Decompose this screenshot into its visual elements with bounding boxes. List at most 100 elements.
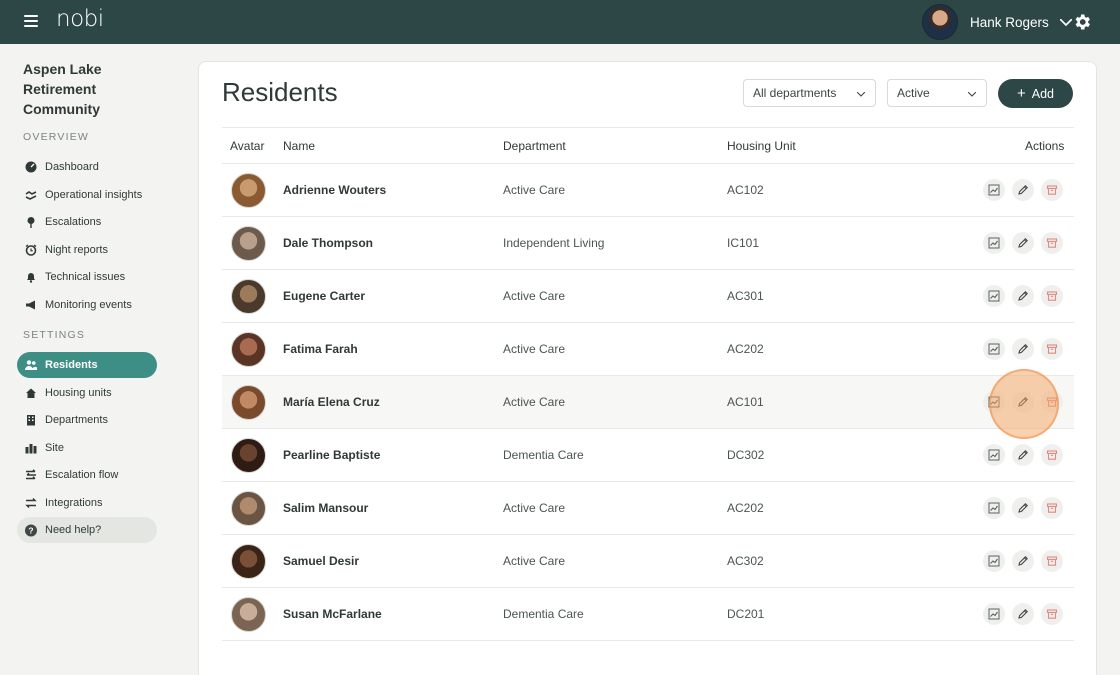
- table-row[interactable]: María Elena Cruz Active Care AC101: [222, 376, 1074, 429]
- table-row[interactable]: Susan McFarlane Dementia Care DC201: [222, 588, 1074, 641]
- resident-name[interactable]: Pearline Baptiste: [283, 448, 380, 462]
- resident-name[interactable]: Susan McFarlane: [283, 607, 382, 621]
- resident-housing-unit: AC302: [727, 554, 764, 568]
- edit-button[interactable]: [1012, 285, 1034, 307]
- column-header-actions: Actions: [1025, 139, 1065, 153]
- top-bar: nobi Hank Rogers: [0, 0, 1120, 44]
- section-overview: OVERVIEW: [23, 131, 90, 143]
- archive-icon: [1046, 343, 1058, 355]
- sidebar-item-label: Site: [45, 442, 64, 454]
- sidebar-item-label: Operational insights: [45, 189, 143, 201]
- user-name: Hank Rogers: [970, 14, 1049, 30]
- table-row[interactable]: Samuel Desir Active Care AC302: [222, 535, 1074, 588]
- sidebar-item-escalation-flow[interactable]: Escalation flow: [17, 462, 157, 488]
- sidebar-item-label: Dashboard: [45, 161, 99, 173]
- edit-button[interactable]: [1012, 497, 1034, 519]
- archive-icon: [1046, 290, 1058, 302]
- department-filter[interactable]: All departments: [743, 79, 876, 107]
- table-row[interactable]: Salim Mansour Active Care AC202: [222, 482, 1074, 535]
- edit-button[interactable]: [1012, 444, 1034, 466]
- insights-button[interactable]: [983, 550, 1005, 572]
- resident-department: Active Care: [503, 183, 566, 197]
- sidebar-item-departments[interactable]: Departments: [17, 407, 157, 433]
- table-row[interactable]: Pearline Baptiste Dementia Care DC302: [222, 429, 1074, 482]
- insights-button[interactable]: [983, 603, 1005, 625]
- insights-button[interactable]: [983, 338, 1005, 360]
- archive-button[interactable]: [1041, 391, 1063, 413]
- resident-name[interactable]: Salim Mansour: [283, 501, 368, 515]
- add-button-label: Add: [1031, 86, 1054, 101]
- archive-button[interactable]: [1041, 338, 1063, 360]
- table-row[interactable]: Dale Thompson Independent Living IC101: [222, 217, 1074, 270]
- archive-button[interactable]: [1041, 497, 1063, 519]
- gear-icon[interactable]: [1072, 12, 1092, 32]
- sidebar-item-label: Monitoring events: [45, 299, 132, 311]
- archive-button[interactable]: [1041, 232, 1063, 254]
- insights-button[interactable]: [983, 391, 1005, 413]
- add-resident-button[interactable]: + Add: [998, 79, 1073, 108]
- column-header-avatar: Avatar: [230, 139, 265, 153]
- insights-button[interactable]: [983, 179, 1005, 201]
- building-icon: [25, 414, 37, 426]
- status-filter[interactable]: Active: [887, 79, 987, 107]
- sidebar-item-residents[interactable]: Residents: [17, 352, 157, 378]
- app-logo[interactable]: nobi: [56, 6, 104, 32]
- user-menu[interactable]: Hank Rogers: [922, 4, 1075, 40]
- need-help-button[interactable]: ? Need help?: [17, 517, 157, 543]
- edit-button[interactable]: [1012, 232, 1034, 254]
- resident-name[interactable]: Dale Thompson: [283, 236, 373, 250]
- residents-panel: Residents All departments Active + Add A…: [198, 61, 1097, 675]
- resident-department: Independent Living: [503, 236, 605, 250]
- avatar: [231, 332, 266, 367]
- resident-name[interactable]: María Elena Cruz: [283, 395, 380, 409]
- sidebar-item-monitoring-events[interactable]: Monitoring events: [17, 292, 157, 318]
- archive-button[interactable]: [1041, 603, 1063, 625]
- pencil-icon: [1017, 502, 1029, 514]
- community-name: Aspen Lake Retirement Community: [23, 61, 102, 117]
- resident-housing-unit: DC302: [727, 448, 765, 462]
- resident-name[interactable]: Samuel Desir: [283, 554, 359, 568]
- avatar: [231, 279, 266, 314]
- sidebar-item-escalations[interactable]: Escalations: [17, 209, 157, 235]
- archive-button[interactable]: [1041, 444, 1063, 466]
- archive-button[interactable]: [1041, 179, 1063, 201]
- sidebar-item-night-reports[interactable]: Night reports: [17, 237, 157, 263]
- resident-department: Dementia Care: [503, 448, 584, 462]
- edit-button[interactable]: [1012, 338, 1034, 360]
- table-row[interactable]: Eugene Carter Active Care AC301: [222, 270, 1074, 323]
- insights-button[interactable]: [983, 497, 1005, 519]
- bell-icon: [25, 271, 37, 283]
- sidebar-item-operational-insights[interactable]: Operational insights: [17, 182, 157, 208]
- insights-button[interactable]: [983, 444, 1005, 466]
- resident-name[interactable]: Fatima Farah: [283, 342, 358, 356]
- insights-button[interactable]: [983, 232, 1005, 254]
- table-row[interactable]: Adrienne Wouters Active Care AC102: [222, 164, 1074, 217]
- column-header-name[interactable]: Name: [283, 139, 315, 153]
- sidebar-item-site[interactable]: Site: [17, 435, 157, 461]
- people-icon: [25, 359, 37, 371]
- edit-button[interactable]: [1012, 550, 1034, 572]
- sidebar-item-technical-issues[interactable]: Technical issues: [17, 264, 157, 290]
- resident-name[interactable]: Eugene Carter: [283, 289, 365, 303]
- chart-icon: [988, 555, 1000, 567]
- sidebar-item-dashboard[interactable]: Dashboard: [17, 154, 157, 180]
- archive-icon: [1046, 502, 1058, 514]
- edit-button[interactable]: [1012, 603, 1034, 625]
- sidebar-item-integrations[interactable]: Integrations: [17, 490, 157, 516]
- menu-icon[interactable]: [24, 15, 38, 27]
- column-header-department[interactable]: Department: [503, 139, 566, 153]
- column-header-housing-unit[interactable]: Housing Unit: [727, 139, 796, 153]
- section-settings: SETTINGS: [23, 329, 86, 341]
- sidebar-item-label: Night reports: [45, 244, 108, 256]
- archive-button[interactable]: [1041, 550, 1063, 572]
- archive-button[interactable]: [1041, 285, 1063, 307]
- sidebar-item-housing-units[interactable]: Housing units: [17, 380, 157, 406]
- edit-button[interactable]: [1012, 179, 1034, 201]
- archive-icon: [1046, 396, 1058, 408]
- insights-button[interactable]: [983, 285, 1005, 307]
- resident-name[interactable]: Adrienne Wouters: [283, 183, 386, 197]
- house-icon: [25, 387, 37, 399]
- table-row[interactable]: Fatima Farah Active Care AC202: [222, 323, 1074, 376]
- edit-button[interactable]: [1012, 391, 1034, 413]
- avatar: [231, 173, 266, 208]
